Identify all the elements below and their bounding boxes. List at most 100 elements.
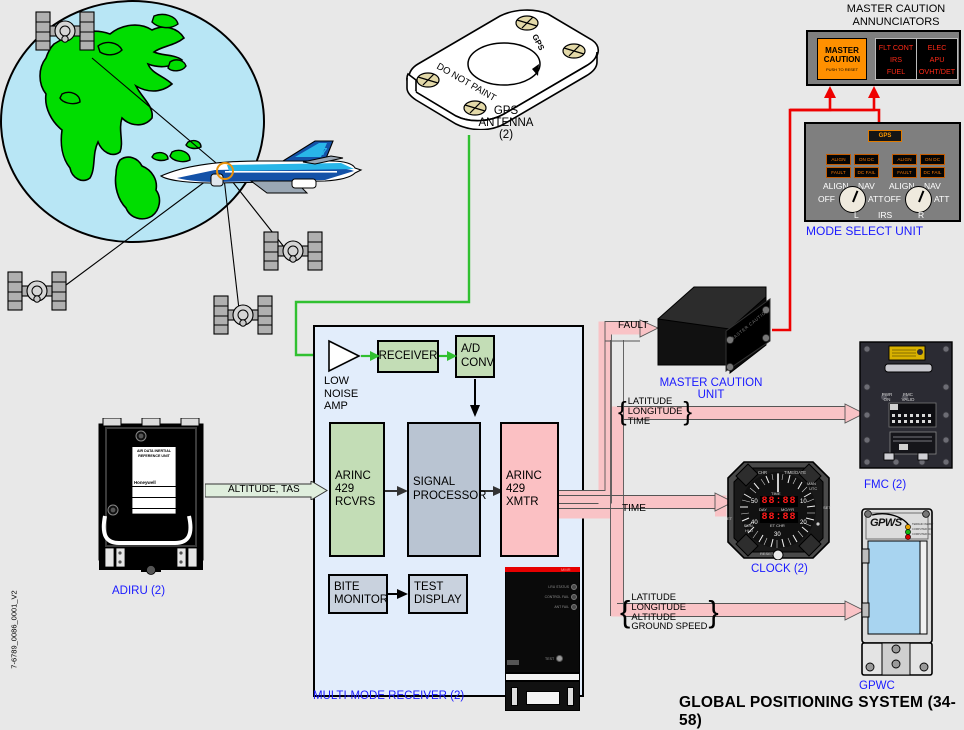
arinc-rcvrs-label-l1: ARINC 429	[335, 469, 371, 495]
msu-left-off-label: OFF	[818, 194, 835, 204]
msu-l-ann-3: DC FAIL	[857, 170, 876, 175]
ann-right-1: APU	[929, 54, 945, 64]
clock-chr-label: CHR	[758, 470, 768, 475]
fmc-valid-label-l2: VALID	[901, 397, 915, 403]
low-noise-amp-label: LOW NOISE AMP	[324, 375, 368, 413]
annunciator-left-column[interactable]: FLT CONT IRS FUEL	[875, 38, 917, 80]
adiru-plate-line1: AIR DATA INERTIAL	[136, 449, 172, 453]
clock-hld-label: HLD	[745, 528, 754, 533]
adiru-plate-line2: REFERENCE UNIT	[138, 453, 170, 458]
signal-processor-block: SIGNAL PROCESSOR	[407, 422, 487, 557]
arinc-xmtr-label-l2: XMTR	[506, 496, 539, 509]
mmr-unit-white-bar	[505, 673, 580, 681]
arinc-rcvrs-label-l2: RCVRS	[335, 496, 376, 509]
group-a-line-2: TIME	[627, 414, 651, 426]
fault-signal-label: FAULT	[618, 320, 649, 331]
msu-l-ann-1: ON DC	[858, 157, 875, 162]
gps-antenna-caption-line2: ANTENNA	[478, 117, 534, 129]
annunciator-right-column[interactable]: ELEC APU OVHT/DET	[916, 38, 958, 80]
adiru-brand: Honeywell	[134, 480, 156, 485]
clock-tick-20: 20	[800, 520, 807, 526]
gps-antenna-caption: GPS ANTENNA (2)	[466, 105, 546, 141]
lna-label-l2: NOISE	[324, 387, 359, 400]
msu-bottom-left-label: L	[854, 210, 859, 220]
mmr-caption: MULTI-MODE RECEIVER (2)	[313, 690, 465, 702]
mmr-led-label-1: CONTROL FAIL	[544, 595, 569, 599]
msu-bottom-center-label: IRS	[878, 210, 893, 220]
msu-left-dcfail-annunciator[interactable]: DC FAIL	[854, 167, 879, 178]
receiver-block: RECEIVER	[377, 340, 439, 373]
master-caution-unit: MASTER CAUTION	[656, 283, 774, 375]
mode-select-unit-caption: MODE SELECT UNIT	[806, 224, 924, 238]
clock-utc-label: UTC	[809, 486, 818, 491]
ann-left-0: FLT CONT	[878, 42, 914, 52]
mcu-caption-l2: UNIT	[697, 389, 725, 401]
msu-left-fault-annunciator[interactable]: FAULT	[826, 167, 851, 178]
clock-set-label: SET	[823, 505, 831, 510]
clock-tick-30: 30	[774, 532, 781, 538]
msu-right-fault-annunciator[interactable]: FAULT	[892, 167, 917, 178]
time-signal-label: TIME	[622, 503, 646, 514]
signal-processor-label-l1: SIGNAL	[413, 476, 456, 489]
ad-conv-label-l2: CONV	[461, 356, 495, 369]
msu-l-ann-0: ALIGN	[831, 157, 846, 162]
ann-right-2: OVHT/DET	[918, 66, 956, 76]
fmc-unit: PWR ON FMC VALID	[858, 340, 954, 476]
msu-left-mode-knob[interactable]	[839, 186, 866, 213]
msu-right-att-label: ATT	[934, 194, 950, 204]
mmr-test-button[interactable]	[556, 655, 564, 662]
document-id: 7-6789_0086_0001_V2	[9, 590, 19, 669]
adiru-plate-text: AIR DATA INERTIAL REFERENCE UNIT	[134, 449, 174, 458]
msu-r-ann-2: FAULT	[897, 170, 912, 175]
mmr-unit-body	[505, 567, 580, 673]
mmr-unit-top-label: MMR	[561, 566, 571, 572]
mmr-test-label: TEST	[545, 656, 555, 661]
msu-gps-button[interactable]: GPS	[868, 130, 902, 142]
ad-conv-label-l1: A/D	[461, 343, 481, 356]
mmr-unit-handle-strip	[507, 660, 519, 665]
arinc-xmtr-label-l1: ARINC 429	[506, 469, 542, 495]
gps-antenna-caption-line3: (2)	[498, 129, 514, 141]
low-noise-amp-icon	[328, 339, 361, 373]
mca-title-l2: ANNUNCIATORS	[852, 15, 940, 28]
ann-left-1: IRS	[890, 54, 902, 64]
test-display-label-l2: DISPLAY	[414, 594, 462, 606]
mc-label-l1: MASTER	[825, 46, 859, 55]
mmr-unit-test-row: TEST	[545, 655, 564, 662]
clock-tick-50: 50	[751, 499, 758, 505]
master-caution-switch[interactable]: MASTER CAUTION PUSH TO RESET	[817, 38, 867, 80]
fmc-pwr-label-l2: ON	[883, 397, 891, 403]
receiver-block-label: RECEIVER	[378, 349, 438, 362]
gpwc-caption: GPWC	[859, 680, 895, 692]
mc-label-l2: CAUTION	[823, 55, 861, 64]
msu-right-align-annunciator[interactable]: ALIGN	[892, 154, 917, 165]
bite-monitor-label-l1: BITE	[334, 580, 360, 593]
msu-right-mode-knob[interactable]	[905, 186, 932, 213]
clock-tick-10: 10	[800, 499, 807, 505]
mmr-unit-led-group: LRU STATUS CONTROL FAIL ANT FAIL	[525, 584, 577, 610]
clock-et-chr-label: ET CHR	[770, 523, 785, 528]
msu-right-dcfail-annunciator[interactable]: DC FAIL	[920, 167, 945, 178]
mmr-led-0	[571, 584, 577, 590]
msu-left-align-annunciator[interactable]: ALIGN	[826, 154, 851, 165]
clock-caption: CLOCK (2)	[751, 563, 808, 575]
adiru-unit: AIR DATA INERTIAL REFERENCE UNIT Honeywe…	[97, 418, 205, 578]
clock-unit: CHR TIME/DATE MAN UTC SET ET RUN HLD TIM…	[726, 460, 831, 560]
mca-title: MASTER CAUTION ANNUNCIATORS	[828, 3, 964, 28]
mcu-caption-l1: MASTER CAUTION	[659, 377, 763, 389]
ann-right-0: ELEC	[927, 42, 947, 52]
clock-tick-40: 40	[751, 520, 758, 526]
msu-r-ann-0: ALIGN	[897, 157, 912, 162]
msu-l-ann-2: FAULT	[831, 170, 846, 175]
gps-antenna-caption-line1: GPS	[493, 105, 519, 117]
msu-right-off-label: OFF	[884, 194, 901, 204]
page-title: GLOBAL POSITIONING SYSTEM (34-58)	[679, 694, 956, 729]
clock-display-top: 88:88	[760, 496, 798, 507]
aircraft-illustration: 737	[155, 140, 370, 206]
signal-processor-label-l2: PROCESSOR	[413, 489, 487, 502]
fmc-caption: FMC (2)	[864, 479, 907, 491]
test-display-label-l1: TEST	[414, 580, 444, 593]
msu-left-ondc-annunciator[interactable]: ON DC	[854, 154, 879, 165]
msu-right-ondc-annunciator[interactable]: ON DC	[920, 154, 945, 165]
lna-label-l3: AMP	[324, 400, 348, 413]
